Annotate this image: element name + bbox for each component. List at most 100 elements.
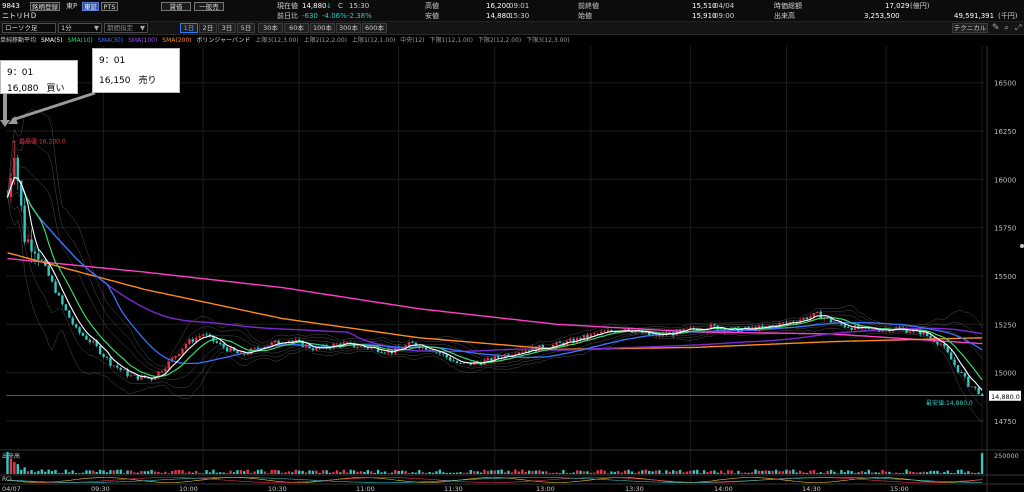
- y-tick-label: 16250: [994, 128, 1016, 136]
- range-3d-button[interactable]: 3日: [218, 23, 236, 33]
- volume-bar: [146, 471, 150, 474]
- candle-body: [112, 365, 116, 367]
- range-2d-button[interactable]: 2日: [199, 23, 217, 33]
- settings-icon[interactable]: ✎: [992, 23, 1000, 33]
- volume-bar: [270, 469, 273, 474]
- bars-100-button[interactable]: 100本: [310, 23, 335, 33]
- volume-bar: [119, 469, 122, 474]
- volume-bar: [527, 470, 531, 474]
- sell-arrow-shaft: [11, 91, 96, 122]
- volume-bar: [143, 471, 146, 474]
- technical-button[interactable]: テクニカル: [952, 23, 988, 33]
- bars-300-button[interactable]: 300本: [336, 23, 361, 33]
- volume-bar: [23, 467, 26, 474]
- volume-bar: [6, 452, 9, 474]
- volume-bar: [757, 470, 761, 474]
- credit-button[interactable]: 貸借: [161, 2, 191, 11]
- volume-bar: [922, 471, 925, 474]
- bars-30-button[interactable]: 30本: [258, 23, 283, 33]
- volume-label: 出来高: [774, 12, 795, 20]
- open-label: 始値: [578, 12, 592, 20]
- zoom-icon[interactable]: ⌕: [1004, 23, 1009, 33]
- volume-bar: [291, 472, 294, 474]
- bars-60-button[interactable]: 60本: [284, 23, 309, 33]
- price-chart[interactable]: 14750 15000 15250 15500 15750 16000 16250 16500…: [0, 46, 1024, 492]
- volume-bar: [706, 471, 709, 474]
- volume-bar: [507, 470, 510, 474]
- candle-body: [191, 339, 195, 342]
- volume-bar: [459, 472, 462, 474]
- volume-bar: [13, 461, 16, 474]
- chart-type-select[interactable]: ローソク足: [2, 23, 56, 33]
- volume-bar: [301, 470, 304, 474]
- volume-bar: [823, 473, 826, 474]
- volume-bar: [140, 471, 143, 474]
- candle-body: [963, 372, 967, 377]
- volume-bar: [750, 472, 754, 474]
- volume-bar: [510, 472, 514, 474]
- x-tick-label: 11:30: [444, 485, 463, 492]
- candle-body: [98, 346, 102, 355]
- candle-body: [105, 356, 109, 358]
- volume-bar: [490, 470, 493, 474]
- volume-bar: [651, 471, 654, 474]
- volume-bar: [304, 472, 308, 474]
- expand-icon[interactable]: ⤢: [1015, 23, 1021, 33]
- register-button[interactable]: 銘柄登録: [30, 2, 60, 11]
- volume-bar: [472, 471, 476, 474]
- range-1d-button[interactable]: 1日: [180, 23, 198, 33]
- candle-body: [713, 324, 716, 326]
- volume-bar: [781, 471, 785, 474]
- volume-bar: [342, 469, 345, 474]
- volume-bar: [421, 472, 424, 474]
- bars-600-button[interactable]: 600本: [362, 23, 387, 33]
- range-5d-button[interactable]: 5日: [237, 23, 255, 33]
- volume-bar: [311, 470, 315, 474]
- candle-body: [160, 371, 164, 373]
- volume-bar: [809, 470, 812, 474]
- candle-body: [246, 353, 249, 355]
- volume-bar: [802, 472, 805, 474]
- general-button[interactable]: 一般売: [194, 2, 224, 11]
- volume-bar: [85, 470, 88, 474]
- volume-bar: [713, 470, 716, 474]
- volume-bar: [150, 469, 153, 474]
- volume-bar: [960, 469, 963, 474]
- candle-body: [459, 362, 462, 364]
- buy-callout: 9：01 16,080 買い: [0, 60, 78, 94]
- volume-bar: [469, 469, 472, 474]
- volume-bar: [215, 472, 219, 474]
- interval-select[interactable]: 1分 ▼: [58, 23, 102, 33]
- candle-body: [606, 330, 610, 332]
- volume-bar: [524, 472, 527, 474]
- volume-bar: [768, 470, 771, 474]
- volume-bar: [733, 473, 737, 474]
- chart-toolbar: ローソク足 1分 ▼ 期間指定 ▼ 1日 2日 3日 5日 30本 60本 100本…: [0, 22, 1024, 35]
- candle-body: [181, 348, 184, 354]
- chevron-down-icon: ▼: [94, 24, 99, 32]
- candle-body: [967, 376, 970, 387]
- candle-body: [219, 342, 222, 345]
- volume-bar: [774, 469, 778, 474]
- volume-bar: [424, 473, 428, 474]
- volume-bar: [191, 472, 195, 474]
- tab-pts[interactable]: PTS: [101, 2, 118, 11]
- candle-body: [685, 328, 689, 330]
- period-select[interactable]: 期間指定 ▼: [104, 23, 148, 33]
- volume-bar: [37, 470, 40, 474]
- volume-bar: [847, 470, 850, 474]
- candle-body: [116, 365, 119, 368]
- candle-body: [850, 327, 853, 330]
- candle-body: [960, 372, 963, 373]
- tab-tosho[interactable]: 東証: [82, 2, 99, 11]
- x-tick-label: 15:00: [890, 485, 909, 492]
- volume-bar: [452, 472, 455, 474]
- bb-lower1-label: 下限1(12,1.00): [429, 37, 473, 44]
- volume-bar: [20, 469, 23, 474]
- volume-bar: [366, 470, 370, 474]
- volume-bar: [720, 470, 723, 474]
- volume-bar: [555, 472, 558, 474]
- y-tick-label: 15000: [994, 370, 1016, 378]
- volume-bar: [551, 472, 555, 474]
- volume-bar: [623, 470, 627, 474]
